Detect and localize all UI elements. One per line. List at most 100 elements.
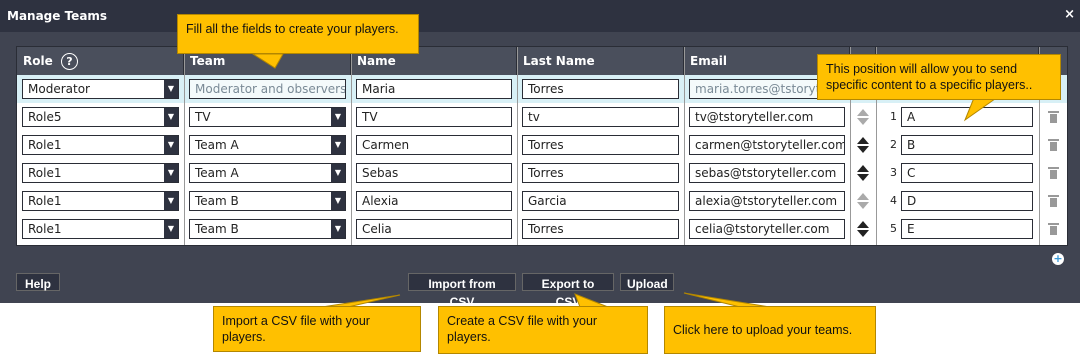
trash-can	[1050, 170, 1057, 179]
name-input[interactable]: Celia	[356, 219, 512, 239]
column-header-role: Role ?	[17, 47, 184, 75]
last-name-input[interactable]: Torres	[522, 79, 679, 99]
table-row: Role5 ▼ TV ▼ TV tv tv@tstoryteller.com 1 A	[17, 103, 1067, 131]
chevron-down-icon: ▼	[331, 164, 345, 182]
last-name-input[interactable]: Garcia	[522, 191, 679, 211]
email-input[interactable]: sebas@tstoryteller.com	[689, 163, 845, 183]
role-select[interactable]: Role5 ▼	[22, 107, 179, 127]
trash-can	[1050, 142, 1057, 151]
trash-lid	[1048, 195, 1059, 197]
last-name-input[interactable]: tv	[522, 107, 679, 127]
column-separator	[684, 47, 685, 245]
email-input[interactable]: alexia@tstoryteller.com	[689, 191, 845, 211]
position-input[interactable]: A	[901, 107, 1033, 127]
name-input[interactable]: Sebas	[356, 163, 512, 183]
role-select-value: Role1	[28, 222, 62, 236]
table-row: Role1 ▼ Team A ▼ Carmen Torres carmen@tstoryte…	[17, 131, 1067, 159]
team-select[interactable]: TV ▼	[189, 107, 346, 127]
team-select-value: Team B	[195, 194, 239, 208]
column-separator	[351, 47, 352, 245]
trash-icon[interactable]	[1048, 139, 1059, 151]
title-bar: Manage Teams ×	[0, 0, 1080, 32]
trash-lid	[1048, 111, 1059, 113]
chevron-down-icon: ▼	[331, 192, 345, 210]
help-icon[interactable]: ?	[60, 53, 78, 70]
role-select-value: Moderator	[28, 82, 90, 96]
team-select-value: TV	[195, 110, 211, 124]
role-select-value: Role1	[28, 138, 62, 152]
chevron-down-icon: ▼	[331, 136, 345, 154]
trash-lid	[1048, 167, 1059, 169]
callout-position: This position will allow you to send spe…	[817, 54, 1061, 100]
email-input[interactable]: celia@tstoryteller.com	[689, 219, 845, 239]
role-select[interactable]: Role1 ▼	[22, 191, 179, 211]
reorder-arrows-icon[interactable]	[857, 191, 869, 211]
export-csv-button[interactable]: Export to CSV	[522, 273, 614, 309]
role-select-value: Role1	[28, 166, 62, 180]
position-input[interactable]: B	[901, 135, 1033, 155]
team-select[interactable]: Team B ▼	[189, 219, 346, 239]
callout-upload: Click here to upload your teams.	[664, 306, 876, 354]
add-player-icon[interactable]: +	[1052, 253, 1064, 265]
chevron-down-icon: ▼	[331, 220, 345, 238]
position-number: 3	[890, 166, 897, 179]
move-down-icon[interactable]	[857, 118, 869, 125]
chevron-down-icon: ▼	[164, 192, 178, 210]
position-number: 5	[890, 222, 897, 235]
chevron-down-icon: ▼	[164, 136, 178, 154]
reorder-arrows-icon[interactable]	[857, 219, 869, 239]
help-button[interactable]: Help	[16, 273, 60, 291]
trash-can	[1050, 198, 1057, 207]
trash-lid	[1048, 139, 1059, 141]
name-input[interactable]: TV	[356, 107, 512, 127]
name-input[interactable]: Carmen	[356, 135, 512, 155]
move-down-icon[interactable]	[857, 174, 869, 181]
move-up-icon[interactable]	[857, 193, 869, 200]
move-down-icon[interactable]	[857, 146, 869, 153]
move-down-icon[interactable]	[857, 230, 869, 237]
position-input[interactable]: E	[901, 219, 1033, 239]
reorder-arrows-icon[interactable]	[857, 163, 869, 183]
role-select-value: Role1	[28, 194, 62, 208]
trash-icon[interactable]	[1048, 195, 1059, 207]
team-select-value: Team B	[195, 222, 239, 236]
email-input[interactable]: carmen@tstoryteller.com	[689, 135, 845, 155]
move-up-icon[interactable]	[857, 109, 869, 116]
move-down-icon[interactable]	[857, 202, 869, 209]
trash-icon[interactable]	[1048, 167, 1059, 179]
name-input[interactable]: Maria	[356, 79, 512, 99]
chevron-down-icon: ▼	[164, 164, 178, 182]
import-csv-button[interactable]: Import from CSV	[408, 273, 516, 309]
role-select[interactable]: Moderator ▼	[22, 79, 179, 99]
callout-export: Create a CSV file with your players.	[438, 306, 648, 354]
table-row: Role1 ▼ Team B ▼ Celia Torres celia@tstorytell…	[17, 215, 1067, 243]
role-select-value: Role5	[28, 110, 62, 124]
move-up-icon[interactable]	[857, 221, 869, 228]
role-select[interactable]: Role1 ▼	[22, 135, 179, 155]
move-up-icon[interactable]	[857, 137, 869, 144]
last-name-input[interactable]: Torres	[522, 135, 679, 155]
team-select[interactable]: Team A ▼	[189, 135, 346, 155]
reorder-arrows-icon[interactable]	[857, 135, 869, 155]
team-select[interactable]: Team B ▼	[189, 191, 346, 211]
trash-icon[interactable]	[1048, 111, 1059, 123]
move-up-icon[interactable]	[857, 165, 869, 172]
team-select[interactable]: Team A ▼	[189, 163, 346, 183]
position-input[interactable]: D	[901, 191, 1033, 211]
chevron-down-icon: ▼	[164, 80, 178, 98]
callout-fill-fields: Fill all the fields to create your playe…	[177, 14, 419, 54]
upload-button[interactable]: Upload	[620, 273, 674, 291]
name-input[interactable]: Alexia	[356, 191, 512, 211]
trash-icon[interactable]	[1048, 223, 1059, 235]
role-select[interactable]: Role1 ▼	[22, 219, 179, 239]
role-header-label: Role	[23, 54, 53, 68]
chevron-down-icon: ▼	[164, 108, 178, 126]
role-select[interactable]: Role1 ▼	[22, 163, 179, 183]
email-input[interactable]: tv@tstoryteller.com	[689, 107, 845, 127]
reorder-arrows-icon[interactable]	[857, 107, 869, 127]
last-name-input[interactable]: Torres	[522, 163, 679, 183]
table-row: Role1 ▼ Team B ▼ Alexia Garcia alexia@tstoryte…	[17, 187, 1067, 215]
close-icon[interactable]: ×	[1064, 7, 1075, 22]
position-input[interactable]: C	[901, 163, 1033, 183]
last-name-input[interactable]: Torres	[522, 219, 679, 239]
